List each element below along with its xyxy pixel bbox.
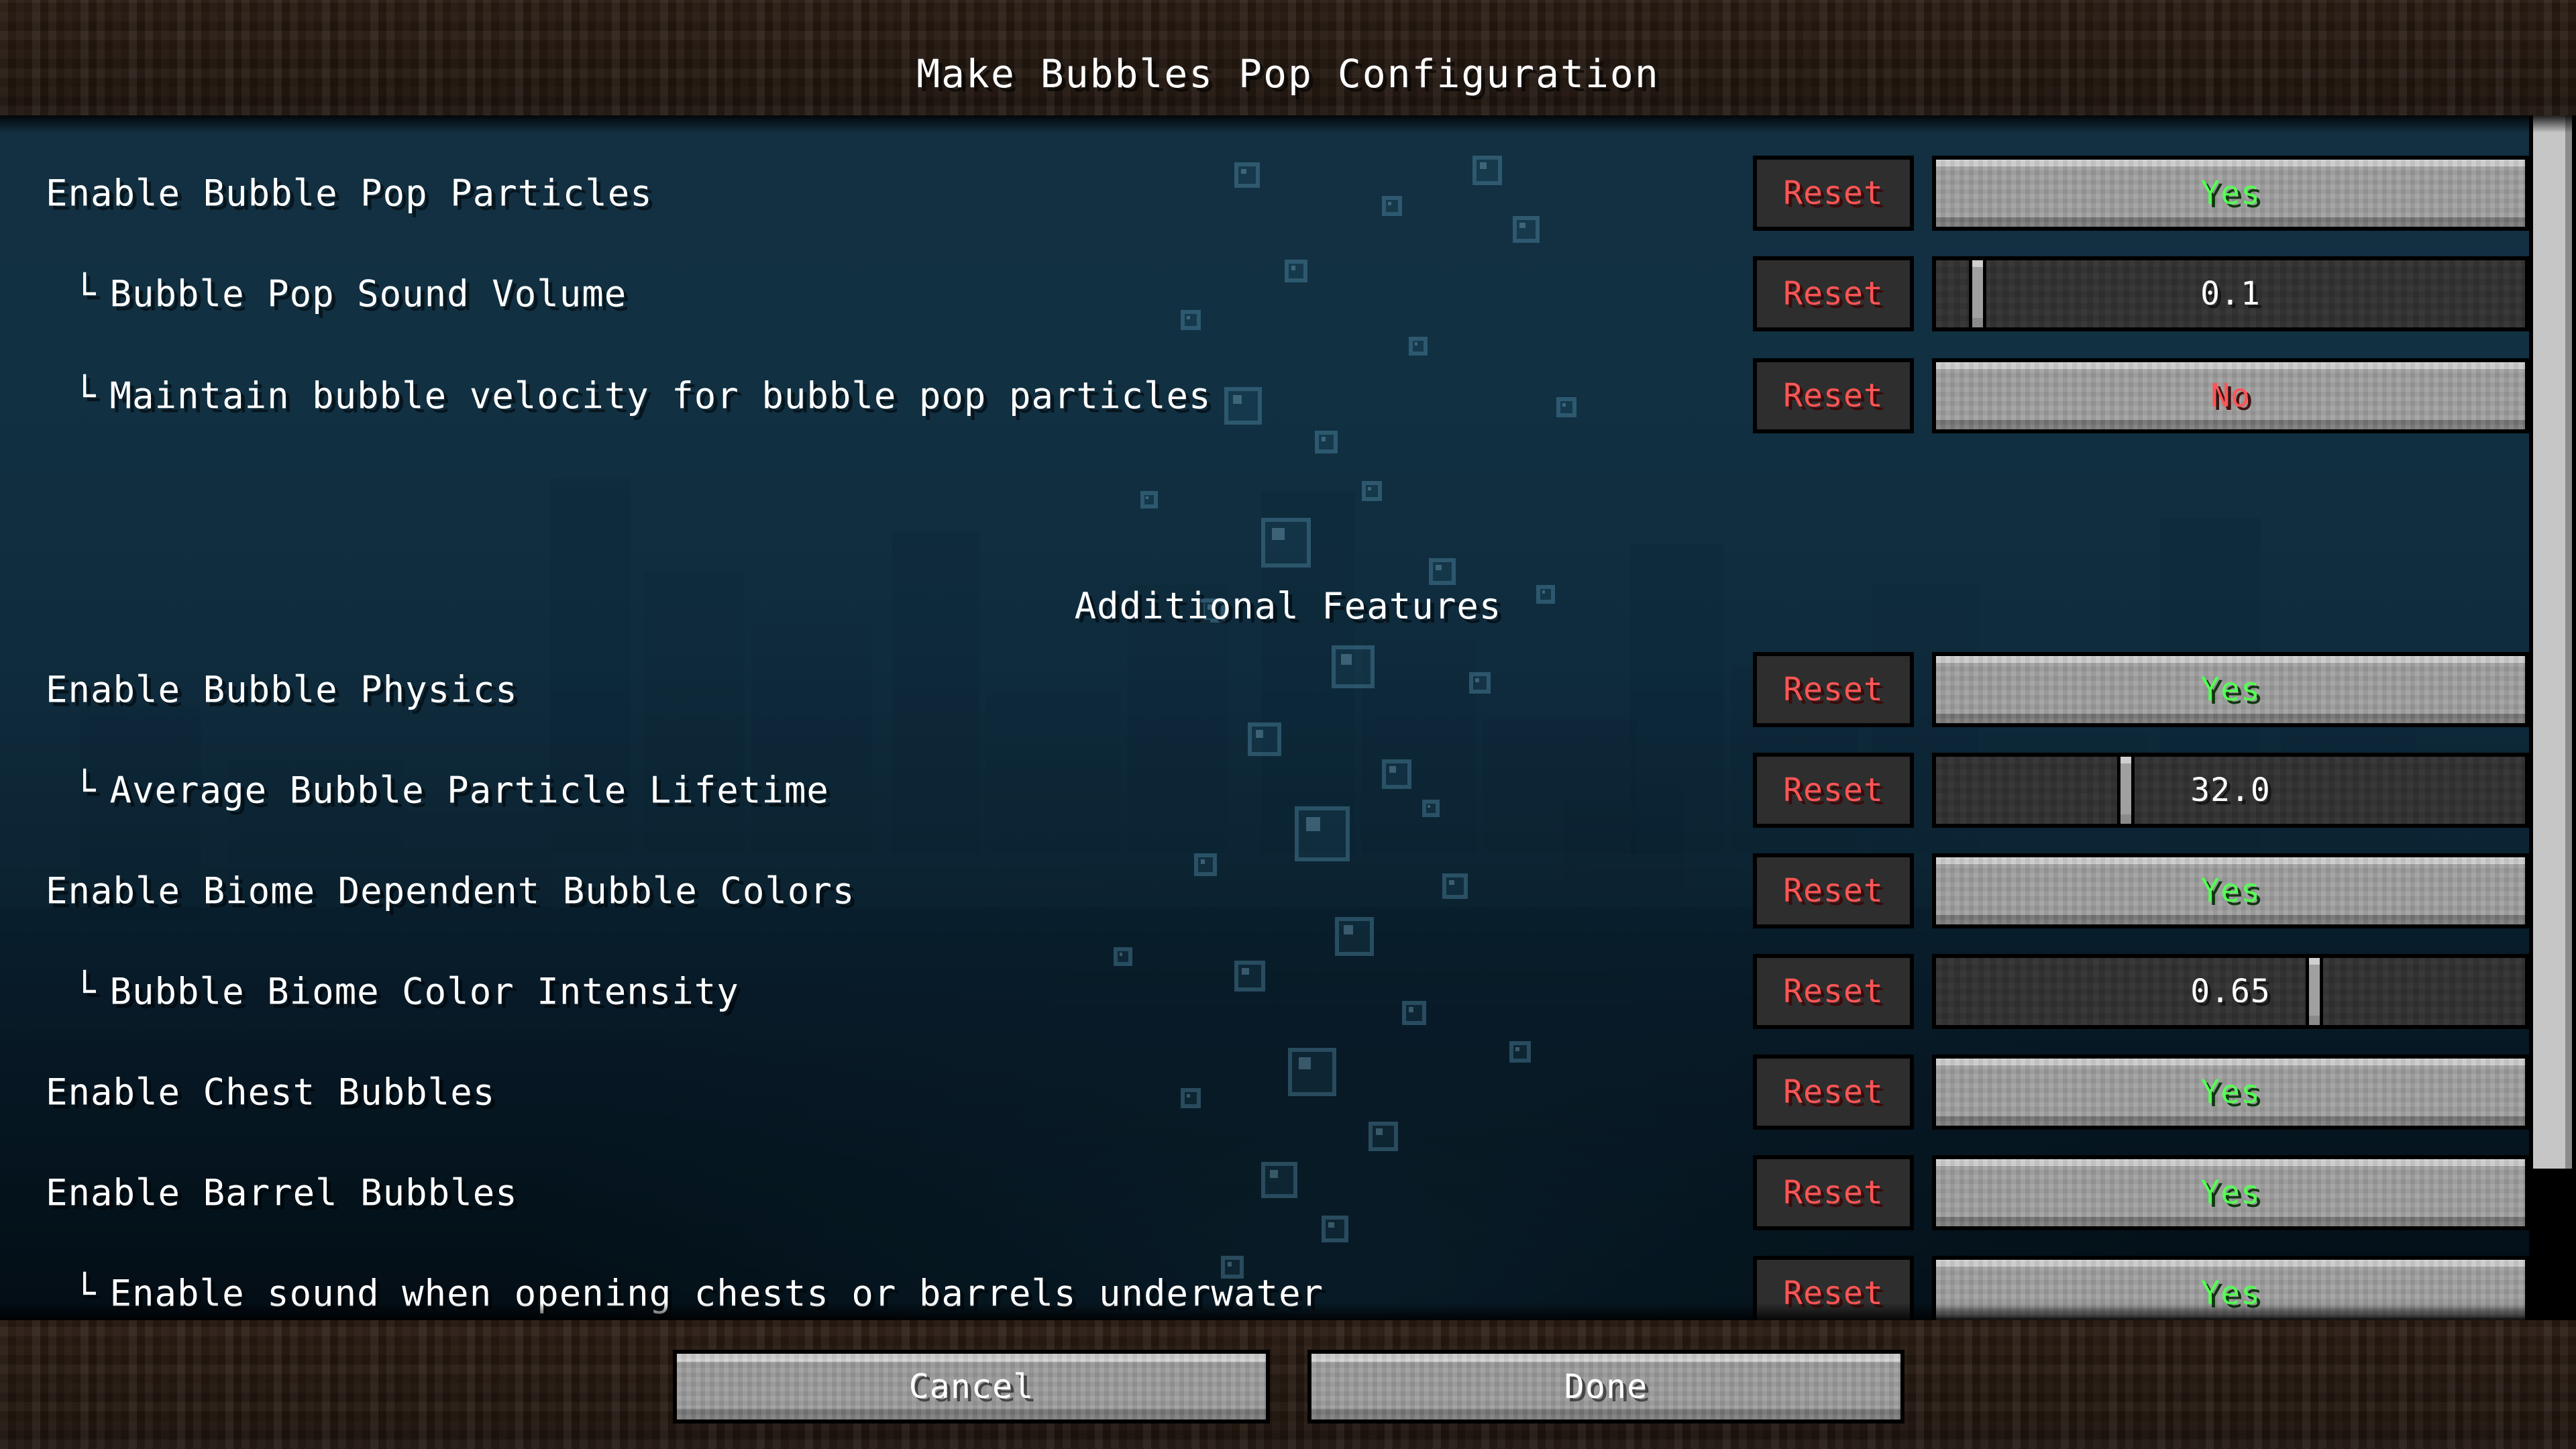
done-button[interactable]: Done	[1307, 1350, 1904, 1424]
scrollbar-track[interactable]	[2529, 115, 2576, 1320]
toggle-button[interactable]: Yes	[1932, 1155, 2529, 1230]
cancel-button[interactable]: Cancel	[673, 1350, 1270, 1424]
config-row: └ Maintain bubble velocity for bubble pop…	[0, 355, 2576, 437]
toggle-value: Yes	[2200, 1174, 2261, 1212]
reset-button[interactable]: Reset	[1753, 1055, 1914, 1130]
option-label: Enable Bubble Pop Particles	[46, 172, 653, 215]
config-row: └ Average Bubble Particle Lifetime Reset 32…	[0, 749, 2576, 831]
cancel-button-label: Cancel	[908, 1367, 1034, 1406]
option-label: Enable Bubble Physics	[46, 668, 518, 711]
slider-value: 0.65	[2190, 973, 2271, 1010]
page-title: Make Bubbles Pop Configuration	[916, 51, 1660, 97]
option-label: └ Maintain bubble velocity for bubble pop…	[74, 374, 1212, 417]
slider-control[interactable]: 32.0	[1932, 753, 2529, 828]
config-row: Enable Biome Dependent Bubble Colors Rese…	[0, 850, 2576, 932]
toggle-value: No	[2210, 377, 2251, 415]
section-header: Additional Features	[1074, 585, 1502, 627]
config-row: └ Bubble Pop Sound Volume Reset 0.1	[0, 253, 2576, 335]
reset-button[interactable]: Reset	[1753, 156, 1914, 231]
config-option-list[interactable]: Enable Bubble Pop Particles Reset Yes └ Bubb…	[0, 115, 2576, 1320]
slider-control[interactable]: 0.65	[1932, 954, 2529, 1029]
reset-button[interactable]: Reset	[1753, 753, 1914, 828]
toggle-value: Yes	[2200, 174, 2261, 212]
config-row: Enable Bubble Pop Particles Reset Yes	[0, 152, 2576, 234]
toggle-value: Yes	[2200, 671, 2261, 708]
toggle-button[interactable]: Yes	[1932, 156, 2529, 231]
tree-branch-icon: └	[74, 374, 97, 417]
done-button-label: Done	[1564, 1367, 1648, 1406]
toggle-value: Yes	[2200, 872, 2261, 910]
config-row: Enable Bubble Physics Reset Yes	[0, 649, 2576, 731]
toggle-button[interactable]: Yes	[1932, 652, 2529, 727]
slider-control[interactable]: 0.1	[1932, 256, 2529, 331]
tree-branch-icon: └	[74, 970, 97, 1013]
option-label: Enable Barrel Bubbles	[46, 1171, 518, 1214]
option-label: Enable Chest Bubbles	[46, 1071, 496, 1114]
reset-button[interactable]: Reset	[1753, 358, 1914, 433]
reset-button[interactable]: Reset	[1753, 954, 1914, 1029]
toggle-button[interactable]: Yes	[1932, 853, 2529, 928]
toggle-button[interactable]: No	[1932, 358, 2529, 433]
reset-button[interactable]: Reset	[1753, 256, 1914, 331]
slider-handle[interactable]	[1968, 260, 1986, 327]
footer-buttons: Cancel Done	[0, 1320, 2576, 1449]
slider-handle[interactable]	[2306, 958, 2324, 1025]
reset-button[interactable]: Reset	[1753, 853, 1914, 928]
slider-value: 32.0	[2190, 771, 2271, 809]
config-screen: Enable Bubble Pop Particles Reset Yes └ Bubb…	[0, 0, 2576, 1449]
config-row: Enable Barrel Bubbles Reset Yes	[0, 1152, 2576, 1234]
option-label: └ Bubble Pop Sound Volume	[74, 272, 627, 315]
toggle-value: Yes	[2200, 1073, 2261, 1111]
reset-button[interactable]: Reset	[1753, 1155, 1914, 1230]
scrollbar-thumb[interactable]	[2533, 115, 2572, 1169]
tree-branch-icon: └	[74, 769, 97, 812]
tree-branch-icon: └	[74, 272, 97, 315]
reset-button[interactable]: Reset	[1753, 652, 1914, 727]
option-label: Enable Biome Dependent Bubble Colors	[46, 869, 855, 912]
slider-handle[interactable]	[2117, 757, 2135, 824]
option-label: └ Average Bubble Particle Lifetime	[74, 769, 829, 812]
option-label: └ Bubble Biome Color Intensity	[74, 970, 739, 1013]
config-row: └ Bubble Biome Color Intensity Reset 0.65	[0, 951, 2576, 1032]
toggle-button[interactable]: Yes	[1932, 1055, 2529, 1130]
slider-value: 0.1	[2200, 275, 2261, 313]
config-row: Enable Chest Bubbles Reset Yes	[0, 1051, 2576, 1133]
